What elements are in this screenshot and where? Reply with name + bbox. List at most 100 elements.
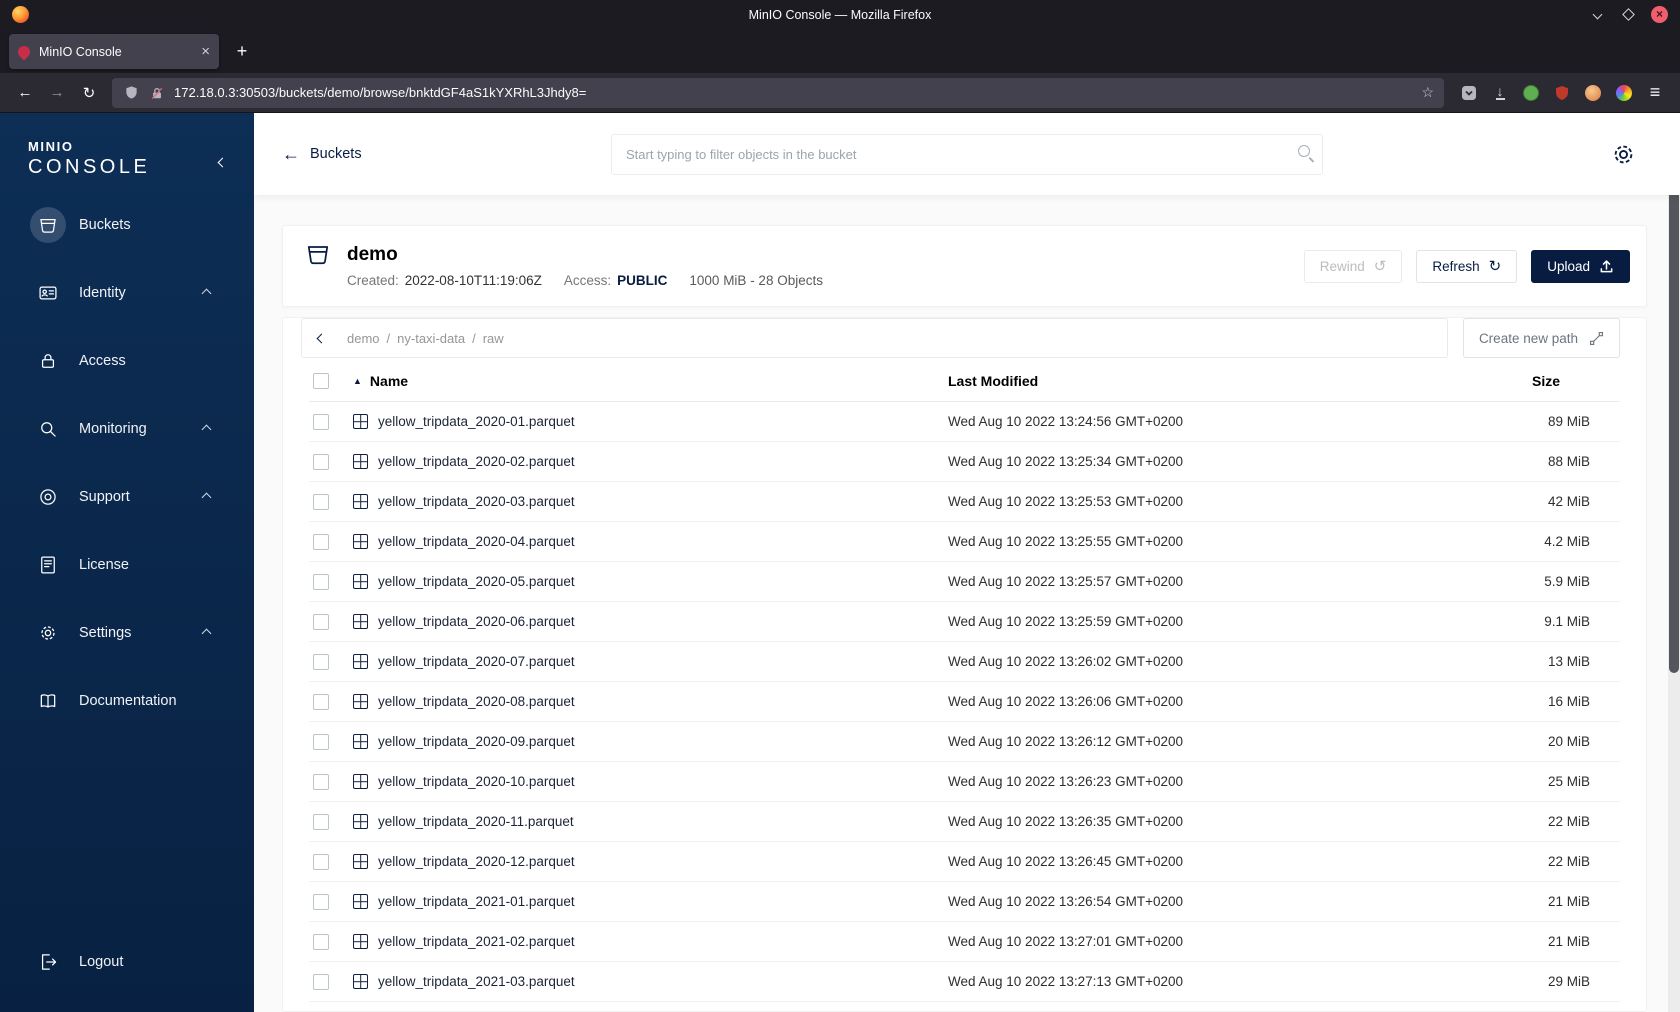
object-row[interactable]: yellow_tripdata_2020-05.parquet Wed Aug 1… bbox=[309, 562, 1620, 602]
object-name[interactable]: yellow_tripdata_2020-12.parquet bbox=[378, 854, 575, 869]
insecure-lock-icon[interactable] bbox=[148, 84, 166, 102]
object-name[interactable]: yellow_tripdata_2020-03.parquet bbox=[378, 494, 575, 509]
new-tab-button[interactable]: + bbox=[227, 36, 257, 66]
object-row[interactable]: yellow_tripdata_2021-03.parquet Wed Aug 1… bbox=[309, 962, 1620, 1002]
object-row[interactable]: yellow_tripdata_2020-03.parquet Wed Aug 1… bbox=[309, 482, 1620, 522]
create-new-path-button[interactable]: Create new path bbox=[1462, 318, 1620, 358]
create-path-icon bbox=[1589, 331, 1604, 346]
sidebar-item-monitoring[interactable]: Monitoring bbox=[0, 395, 254, 463]
object-row[interactable]: yellow_tripdata_2020-09.parquet Wed Aug 1… bbox=[309, 722, 1620, 762]
object-name[interactable]: yellow_tripdata_2020-09.parquet bbox=[378, 734, 575, 749]
row-checkbox[interactable] bbox=[313, 733, 329, 750]
profile-avatar-icon[interactable] bbox=[1584, 84, 1602, 102]
row-checkbox[interactable] bbox=[313, 773, 329, 790]
sidebar-item-settings[interactable]: Settings bbox=[0, 599, 254, 667]
object-row[interactable]: yellow_tripdata_2020-01.parquet Wed Aug 1… bbox=[309, 402, 1620, 442]
object-row[interactable]: yellow_tripdata_2020-02.parquet Wed Aug 1… bbox=[309, 442, 1620, 482]
object-name[interactable]: yellow_tripdata_2020-11.parquet bbox=[378, 814, 574, 829]
row-checkbox[interactable] bbox=[313, 653, 329, 670]
downloads-icon[interactable]: ↓ bbox=[1491, 84, 1509, 102]
object-row[interactable]: yellow_tripdata_2020-04.parquet Wed Aug 1… bbox=[309, 522, 1620, 562]
gear-icon bbox=[41, 626, 55, 640]
row-checkbox[interactable] bbox=[313, 573, 329, 590]
browser-forward-button[interactable]: → bbox=[42, 79, 72, 107]
object-row[interactable]: yellow_tripdata_2020-08.parquet Wed Aug 1… bbox=[309, 682, 1620, 722]
sidebar-item-documentation[interactable]: Documentation bbox=[0, 667, 254, 735]
sidebar-item-label: Access bbox=[79, 353, 126, 369]
window-close-button[interactable]: × bbox=[1651, 6, 1668, 23]
sidebar-item-identity[interactable]: Identity bbox=[0, 259, 254, 327]
menu-icon[interactable]: ≡ bbox=[1646, 82, 1664, 102]
object-name[interactable]: yellow_tripdata_2020-01.parquet bbox=[378, 414, 575, 429]
sidebar-collapse-button[interactable] bbox=[215, 149, 230, 175]
container-extension-icon[interactable] bbox=[1615, 84, 1633, 102]
sidebar-nav: Buckets Identity Access Monitoring Suppo… bbox=[0, 191, 254, 735]
access-label: Access: bbox=[563, 273, 612, 288]
object-name[interactable]: yellow_tripdata_2021-03.parquet bbox=[378, 974, 575, 989]
row-checkbox[interactable] bbox=[313, 413, 329, 430]
page-scrollbar bbox=[1668, 113, 1680, 1012]
object-filter-input[interactable] bbox=[611, 134, 1323, 175]
breadcrumb-segment[interactable]: ny-taxi-data bbox=[397, 331, 465, 346]
object-row[interactable]: yellow_tripdata_2020-11.parquet Wed Aug 1… bbox=[309, 802, 1620, 842]
row-checkbox[interactable] bbox=[313, 893, 329, 910]
browser-reload-button[interactable]: ↻ bbox=[74, 79, 104, 107]
row-checkbox[interactable] bbox=[313, 973, 329, 990]
select-all-checkbox[interactable] bbox=[313, 372, 329, 389]
parquet-file-icon bbox=[353, 974, 368, 989]
object-row[interactable]: yellow_tripdata_2020-06.parquet Wed Aug 1… bbox=[309, 602, 1620, 642]
tracking-shield-icon[interactable] bbox=[122, 84, 140, 102]
url-bar[interactable]: 172.18.0.3:30503/buckets/demo/browse/bnk… bbox=[112, 77, 1444, 108]
object-name[interactable]: yellow_tripdata_2020-08.parquet bbox=[378, 694, 575, 709]
object-row[interactable]: yellow_tripdata_2020-10.parquet Wed Aug 1… bbox=[309, 762, 1620, 802]
settings-gear-icon[interactable] bbox=[1611, 142, 1636, 167]
object-row[interactable]: yellow_tripdata_2020-12.parquet Wed Aug 1… bbox=[309, 842, 1620, 882]
object-name[interactable]: yellow_tripdata_2021-02.parquet bbox=[378, 934, 575, 949]
sidebar-item-license[interactable]: License bbox=[0, 531, 254, 599]
object-row[interactable]: yellow_tripdata_2021-02.parquet Wed Aug 1… bbox=[309, 922, 1620, 962]
sidebar-item-logout[interactable]: Logout bbox=[0, 928, 254, 996]
row-checkbox[interactable] bbox=[313, 453, 329, 470]
object-name[interactable]: yellow_tripdata_2020-04.parquet bbox=[378, 534, 575, 549]
object-name[interactable]: yellow_tripdata_2021-01.parquet bbox=[378, 894, 575, 909]
object-name[interactable]: yellow_tripdata_2020-06.parquet bbox=[378, 614, 575, 629]
breadcrumb-segment[interactable]: raw bbox=[483, 331, 504, 346]
back-to-buckets-link[interactable]: ← Buckets bbox=[282, 145, 362, 163]
row-checkbox[interactable] bbox=[313, 613, 329, 630]
browser-tab-minio-console[interactable]: MinIO Console × bbox=[9, 34, 219, 69]
browser-back-button[interactable]: ← bbox=[10, 79, 40, 107]
row-checkbox[interactable] bbox=[313, 933, 329, 950]
object-size: 5.9 MiB bbox=[1544, 574, 1590, 589]
breadcrumb-segment[interactable]: demo bbox=[347, 331, 380, 346]
scrollbar-thumb[interactable] bbox=[1669, 113, 1679, 673]
object-modified: Wed Aug 10 2022 13:26:02 GMT+0200 bbox=[948, 654, 1184, 669]
tab-close-icon[interactable]: × bbox=[193, 43, 210, 60]
window-minimize-button[interactable] bbox=[1589, 7, 1605, 23]
ublock-origin-icon[interactable] bbox=[1553, 84, 1571, 102]
row-checkbox[interactable] bbox=[313, 693, 329, 710]
object-row[interactable]: yellow_tripdata_2020-07.parquet Wed Aug 1… bbox=[309, 642, 1620, 682]
object-name[interactable]: yellow_tripdata_2020-02.parquet bbox=[378, 454, 575, 469]
object-modified: Wed Aug 10 2022 13:27:01 GMT+0200 bbox=[948, 934, 1184, 949]
row-checkbox[interactable] bbox=[313, 813, 329, 830]
row-checkbox[interactable] bbox=[313, 853, 329, 870]
sidebar-item-buckets[interactable]: Buckets bbox=[0, 191, 254, 259]
column-header-name[interactable]: ▲ Name bbox=[353, 373, 948, 389]
window-maximize-button[interactable] bbox=[1620, 7, 1636, 23]
object-name[interactable]: yellow_tripdata_2020-07.parquet bbox=[378, 654, 575, 669]
upload-button[interactable]: Upload bbox=[1531, 249, 1630, 283]
object-row[interactable]: yellow_tripdata_2021-01.parquet Wed Aug 1… bbox=[309, 882, 1620, 922]
logout-icon bbox=[41, 954, 57, 970]
object-name[interactable]: yellow_tripdata_2020-05.parquet bbox=[378, 574, 575, 589]
path-back-button[interactable] bbox=[316, 333, 327, 343]
main-area: ← Buckets demo bbox=[254, 113, 1680, 1012]
row-checkbox[interactable] bbox=[313, 493, 329, 510]
bookmark-star-icon[interactable]: ☆ bbox=[1421, 84, 1434, 101]
sidebar-item-access[interactable]: Access bbox=[0, 327, 254, 395]
pocket-icon[interactable] bbox=[1460, 84, 1478, 102]
privacy-badger-icon[interactable] bbox=[1522, 84, 1540, 102]
sidebar-item-support[interactable]: Support bbox=[0, 463, 254, 531]
row-checkbox[interactable] bbox=[313, 533, 329, 550]
object-name[interactable]: yellow_tripdata_2020-10.parquet bbox=[378, 774, 575, 789]
refresh-button[interactable]: Refresh ↻ bbox=[1416, 249, 1518, 283]
